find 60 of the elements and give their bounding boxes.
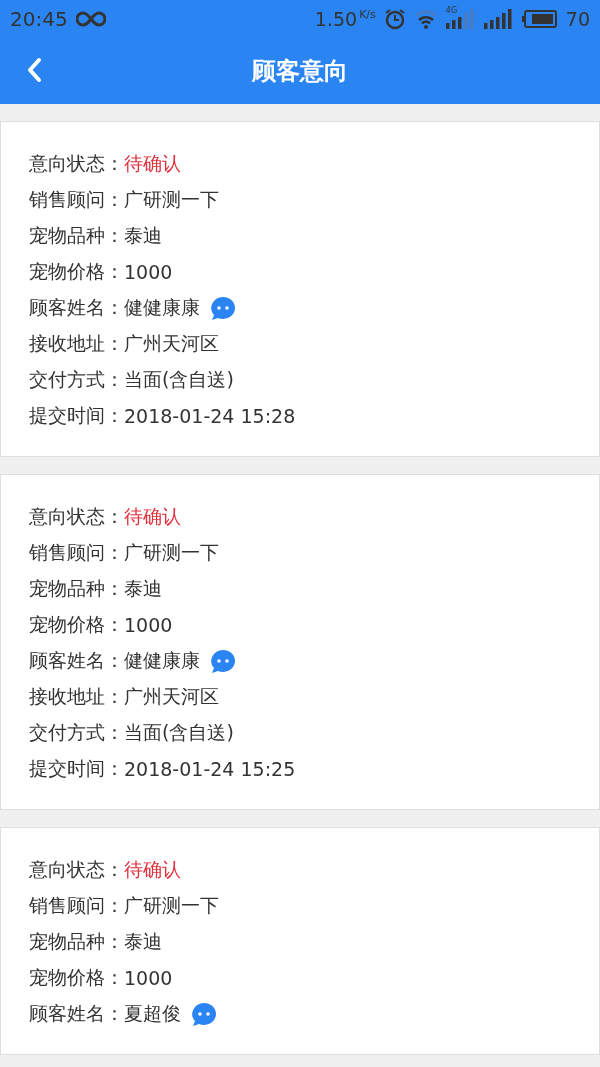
field-label: 销售顾问： [29, 893, 124, 918]
field-value: 夏超俊 [124, 1001, 181, 1026]
field-value: 泰迪 [124, 223, 162, 248]
field-value: 广州天河区 [124, 684, 219, 709]
field-value: 2018-01-24 15:25 [124, 758, 296, 780]
field-label: 宠物品种： [29, 576, 124, 601]
field-label: 交付方式： [29, 367, 124, 392]
field-label: 交付方式： [29, 720, 124, 745]
field-label: 顾客姓名： [29, 1001, 124, 1026]
field-label: 宠物价格： [29, 259, 124, 284]
field-value: 泰迪 [124, 929, 162, 954]
field-value: 2018-01-24 15:28 [124, 405, 296, 427]
field-label: 提交时间： [29, 756, 124, 781]
intent-card[interactable]: 意向状态：待确认 销售顾问：广研测一下 宠物品种：泰迪 宠物价格：1000 顾客姓名：夏超俊 [0, 827, 600, 1055]
field-value: 广研测一下 [124, 187, 219, 212]
battery-icon [521, 10, 558, 28]
status-value: 待确认 [124, 504, 181, 529]
field-label: 宠物品种： [29, 223, 124, 248]
network-type: 4G [445, 6, 458, 15]
status-value: 待确认 [124, 151, 181, 176]
field-value: 当面(含自送) [124, 367, 234, 392]
field-value: 泰迪 [124, 576, 162, 601]
field-label: 顾客姓名： [29, 648, 124, 673]
signal-icon [483, 9, 514, 29]
field-value: 1000 [124, 967, 173, 989]
page-title: 顾客意向 [252, 56, 348, 87]
field-label: 宠物品种： [29, 929, 124, 954]
wifi-icon [413, 9, 438, 29]
network-speed: 1.50 [314, 8, 358, 30]
speed-unit: K/s [359, 8, 376, 21]
field-label: 提交时间： [29, 403, 124, 428]
field-label: 接收地址： [29, 684, 124, 709]
field-value: 1000 [124, 614, 173, 636]
field-label: 接收地址： [29, 331, 124, 356]
intent-card[interactable]: 意向状态：待确认 销售顾问：广研测一下 宠物品种：泰迪 宠物价格：1000 顾客姓名：健健康康 接收地址：广州天河区 交付方式：当面(含自送) 提交时间：2018-01-24 15:28 [0, 121, 600, 457]
chat-bubble-icon[interactable] [210, 296, 236, 320]
field-value: 广州天河区 [124, 331, 219, 356]
field-label: 销售顾问： [29, 540, 124, 565]
field-label: 销售顾问： [29, 187, 124, 212]
field-label: 意向状态： [29, 504, 124, 529]
field-label: 意向状态： [29, 857, 124, 882]
field-value: 健健康康 [124, 648, 200, 673]
field-value: 1000 [124, 261, 173, 283]
back-icon[interactable] [26, 57, 42, 83]
infinity-icon [75, 11, 106, 27]
chat-bubble-icon[interactable] [191, 1002, 217, 1026]
intent-card[interactable]: 意向状态：待确认 销售顾问：广研测一下 宠物品种：泰迪 宠物价格：1000 顾客姓名：健健康康 接收地址：广州天河区 交付方式：当面(含自送) 提交时间：2018-01-24 15:25 [0, 474, 600, 810]
chat-bubble-icon[interactable] [210, 649, 236, 673]
battery-level: 70 [565, 8, 590, 30]
status-time: 20:45 [10, 7, 68, 31]
field-value: 健健康康 [124, 295, 200, 320]
field-value: 广研测一下 [124, 540, 219, 565]
field-label: 意向状态： [29, 151, 124, 176]
field-value: 广研测一下 [124, 893, 219, 918]
field-value: 当面(含自送) [124, 720, 234, 745]
field-label: 宠物价格： [29, 612, 124, 637]
field-label: 宠物价格： [29, 965, 124, 990]
alarm-icon [383, 8, 406, 30]
status-value: 待确认 [124, 857, 181, 882]
field-label: 顾客姓名： [29, 295, 124, 320]
